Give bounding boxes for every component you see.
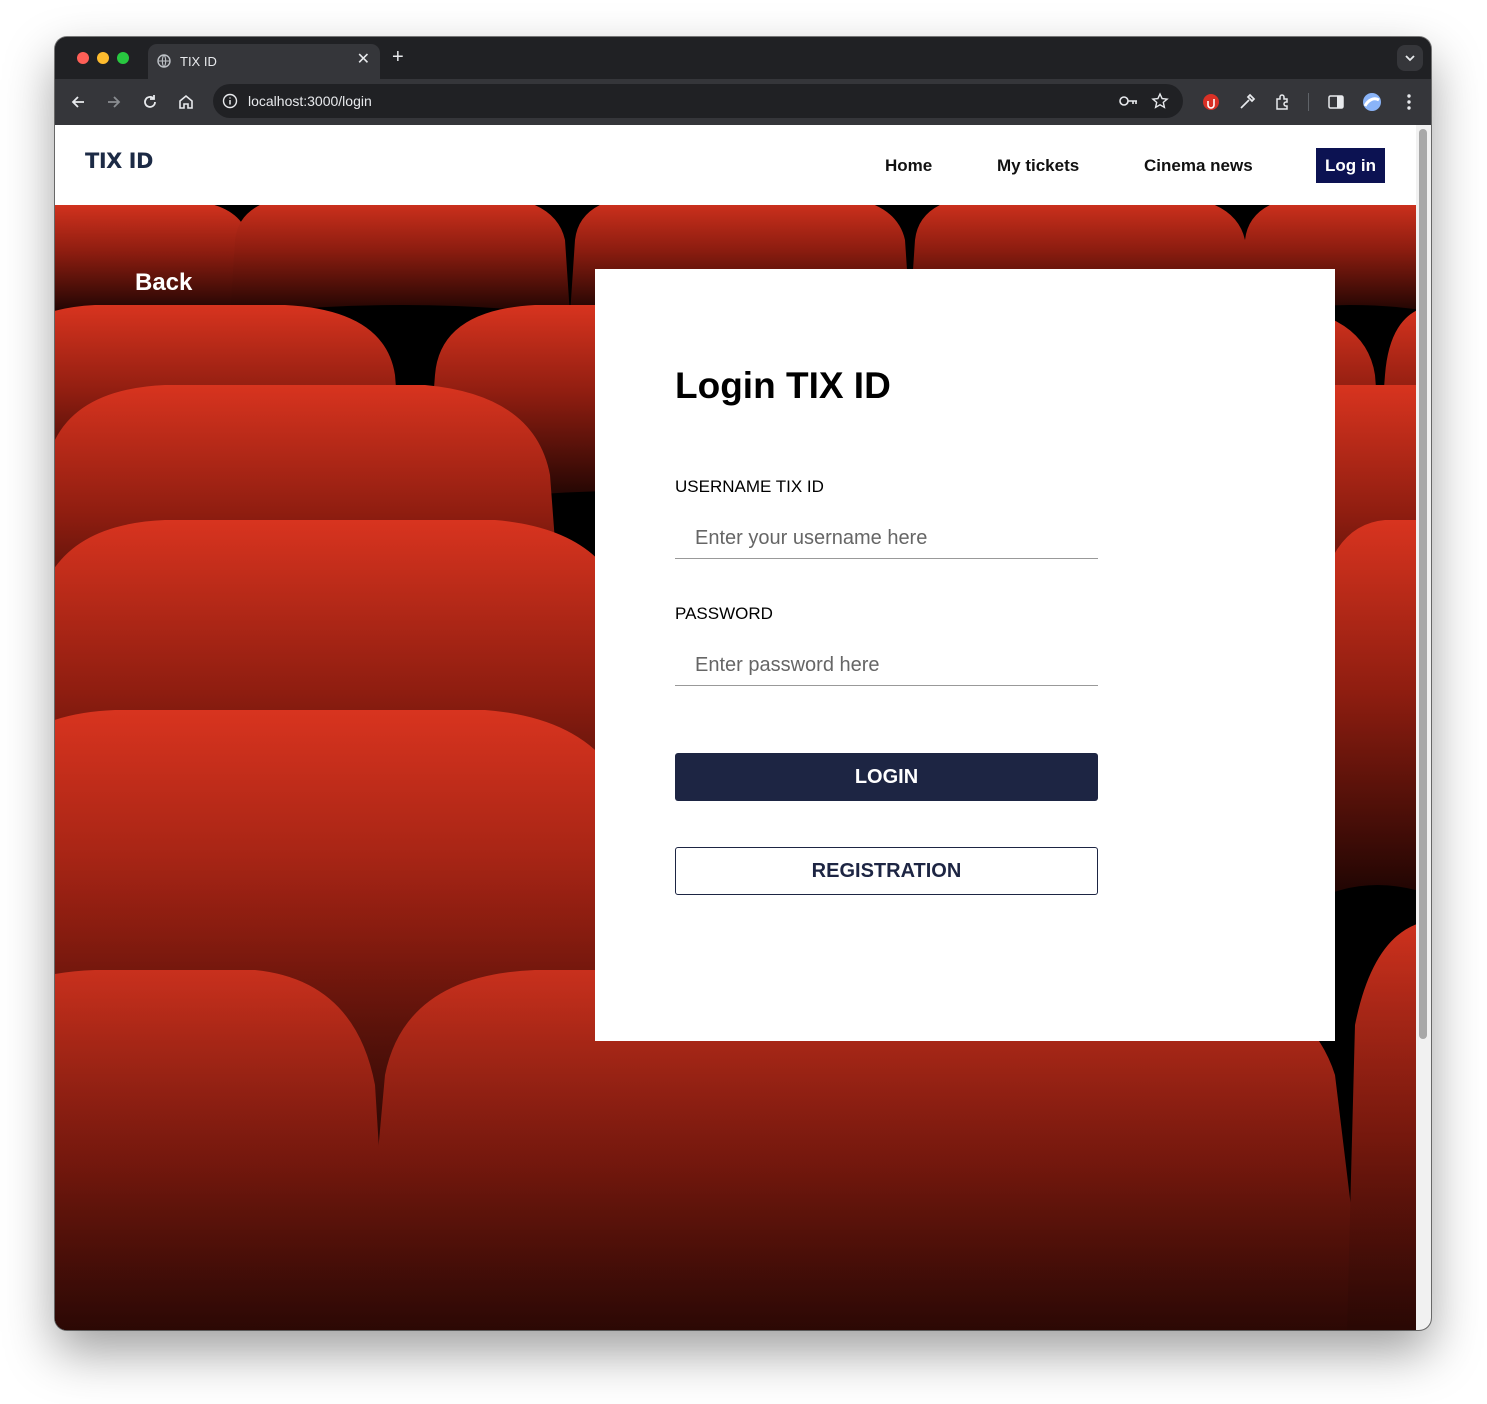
- nav-my-tickets[interactable]: My tickets: [997, 156, 1079, 176]
- cinema-seats-background: Back Login TIX ID USERNAME TIX ID PASSWO…: [55, 205, 1416, 1330]
- web-page: TIX ID Home My tickets Cinema news Log i…: [55, 125, 1416, 1330]
- login-card: Login TIX ID USERNAME TIX ID PASSWORD LO…: [595, 269, 1335, 1041]
- scrollbar-thumb[interactable]: [1419, 129, 1427, 1039]
- browser-window: TIX ID ✕ + localhost:3000/login TIX ID H…: [55, 37, 1431, 1330]
- tix-id-logo[interactable]: TIX ID: [85, 149, 153, 173]
- back-link[interactable]: Back: [135, 269, 192, 297]
- close-window-button[interactable]: [77, 52, 89, 64]
- puzzle-icon[interactable]: [1273, 92, 1293, 112]
- key-icon[interactable]: [1118, 93, 1138, 109]
- browser-tab[interactable]: TIX ID ✕: [148, 44, 380, 79]
- close-tab-icon[interactable]: ✕: [357, 51, 370, 69]
- extension-red-icon[interactable]: [1201, 92, 1221, 112]
- password-label: PASSWORD: [675, 604, 773, 623]
- side-panel-icon[interactable]: [1326, 92, 1346, 112]
- url-text: localhost:3000/login: [248, 93, 372, 109]
- eyedropper-icon[interactable]: [1237, 92, 1257, 112]
- globe-icon: [157, 54, 171, 68]
- toolbar-divider: [1308, 93, 1309, 111]
- username-input[interactable]: [675, 519, 1098, 559]
- login-title: Login TIX ID: [675, 365, 891, 406]
- site-navbar: TIX ID Home My tickets Cinema news Log i…: [55, 125, 1416, 205]
- profile-avatar-icon[interactable]: [1362, 92, 1382, 112]
- username-label: USERNAME TIX ID: [675, 477, 824, 496]
- nav-home[interactable]: Home: [885, 156, 932, 176]
- more-menu-icon[interactable]: [1399, 92, 1419, 112]
- back-arrow-icon[interactable]: [68, 92, 88, 112]
- login-button[interactable]: LOGIN: [675, 753, 1098, 801]
- registration-button[interactable]: REGISTRATION: [675, 847, 1098, 895]
- forward-arrow-icon[interactable]: [104, 92, 124, 112]
- new-tab-icon[interactable]: +: [392, 47, 404, 67]
- minimize-window-button[interactable]: [97, 52, 109, 64]
- tab-title: TIX ID: [180, 54, 217, 69]
- address-bar[interactable]: localhost:3000/login: [213, 84, 1183, 118]
- nav-login-button[interactable]: Log in: [1316, 148, 1385, 183]
- reload-icon[interactable]: [140, 92, 160, 112]
- star-icon[interactable]: [1151, 92, 1169, 110]
- password-input[interactable]: [675, 646, 1098, 686]
- tab-strip: TIX ID ✕ +: [55, 37, 1431, 79]
- site-info-icon[interactable]: [222, 93, 238, 109]
- home-icon[interactable]: [176, 92, 196, 112]
- page-scrollbar[interactable]: [1416, 125, 1431, 1330]
- browser-toolbar: localhost:3000/login: [55, 79, 1431, 125]
- maximize-window-button[interactable]: [117, 52, 129, 64]
- chevron-down-icon: [1405, 55, 1415, 62]
- nav-cinema-news[interactable]: Cinema news: [1144, 156, 1253, 176]
- tab-search-button[interactable]: [1397, 45, 1423, 71]
